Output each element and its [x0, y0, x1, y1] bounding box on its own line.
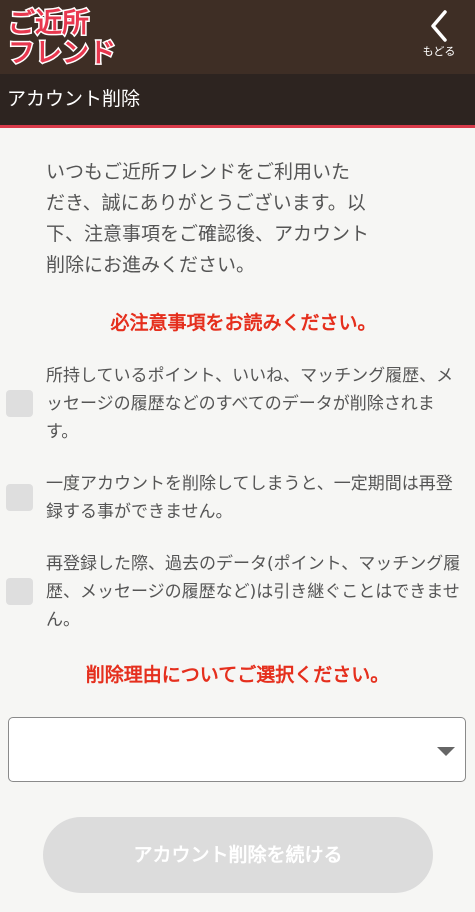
page-title: アカウント削除: [7, 88, 141, 110]
check-row-reregister: 一度アカウントを削除してしまうと、一定期間は再登録する事ができません。: [0, 470, 475, 526]
check-row-data-deletion: 所持しているポイント、いいね、マッチング履歴、メッセージの履歴などのすべてのデー…: [0, 362, 475, 446]
checkbox-data-deletion[interactable]: [6, 390, 33, 417]
continue-delete-button[interactable]: アカウント削除を続ける: [43, 817, 433, 893]
check-row-no-transfer: 再登録した際、過去のデータ(ポイント、マッチング履歴、メッセージの履歴など)は引…: [0, 550, 475, 634]
app-logo: ご近所 フレンド: [6, 4, 117, 69]
back-button[interactable]: もどる: [411, 8, 467, 66]
check-text-reregister: 一度アカウントを削除してしまうと、一定期間は再登録する事ができません。: [46, 474, 453, 522]
check-text-data-deletion: 所持しているポイント、いいね、マッチング履歴、メッセージの履歴などのすべてのデー…: [46, 366, 454, 442]
chevron-left-icon: [431, 10, 447, 42]
intro-text: いつもご近所フレンドをご利用いた だき、誠にありがとうございます。以 下、注意事…: [46, 161, 370, 276]
required-notice: 必注意事項をお読みください。: [110, 312, 377, 334]
reason-notice: 削除理由についてご選択ください。: [85, 664, 390, 686]
caret-down-icon: [437, 747, 455, 756]
check-text-no-transfer: 再登録した際、過去のデータ(ポイント、マッチング履歴、メッセージの履歴など)は引…: [46, 554, 461, 630]
logo-line2: フレンド: [8, 38, 116, 68]
reason-select[interactable]: [8, 717, 466, 782]
checkbox-no-transfer[interactable]: [6, 578, 33, 605]
checkbox-reregister[interactable]: [6, 484, 33, 511]
logo-line1: ご近所: [8, 7, 89, 39]
back-label: もどる: [422, 45, 456, 58]
page-title-bar: アカウント削除: [0, 74, 475, 128]
app-header: ご近所 フレンド もどる: [0, 0, 475, 74]
